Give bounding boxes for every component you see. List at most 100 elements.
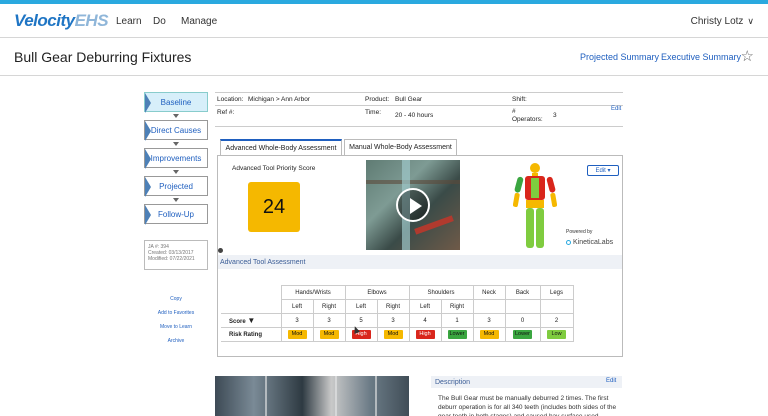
operators-value: 3 [553,112,557,119]
side-label: Left [280,299,314,314]
divider [215,92,623,93]
edit-info-link[interactable]: Edit [611,106,621,112]
risk-table-side-row: Left Right Left Right Left Right [221,299,574,314]
time-label: Time: [365,109,382,116]
score-cell: 0 [504,313,541,328]
time-value: 20 - 40 hours [395,112,434,119]
step-flag-icon [145,149,151,169]
operators-label: # Operators: [512,108,543,123]
group-shoulders: Shoulders [408,285,474,300]
step-improvements[interactable]: Improvements [144,148,208,169]
step-label: Direct Causes [150,125,202,135]
kinetica-logo-icon [566,239,571,245]
play-video-icon[interactable] [396,188,430,222]
score-cell: 5 [344,313,378,328]
top-navbar: VelocityEHS Learn Do Manage Christy Lotz… [0,4,768,38]
score-cell: 1 [440,313,474,328]
score-cell: 4 [408,313,442,328]
kinetica-labs-logo: KineticaLabs [566,239,613,246]
step-flag-icon [145,93,151,113]
process-photo[interactable] [215,376,409,416]
arrow-down-icon [173,198,179,202]
side-label: Right [440,299,474,314]
step-follow-up[interactable]: Follow-Up [144,204,208,225]
edit-description-link[interactable]: Edit [606,378,616,384]
copy-link[interactable]: Copy [144,296,208,302]
logo-main-text: Velocity [14,11,75,30]
projected-summary-link[interactable]: Projected Summary [580,52,659,62]
step-flag-icon [145,205,151,225]
risk-badge: High [415,330,435,339]
risk-rating-label: Risk Rating [221,327,282,342]
description-header: Description [431,376,622,388]
edit-assessment-button[interactable]: Edit ▾ [587,165,619,176]
caret-down-icon: ▾ [607,168,611,174]
step-label: Follow-Up [157,209,194,219]
group-back: Back [504,285,541,300]
side-label: Left [344,299,378,314]
divider [215,126,623,127]
arrow-down-icon [173,142,179,146]
sort-down-icon: ▼ [247,316,256,325]
product-label: Product: [365,96,390,103]
step-flag-icon [145,177,151,197]
step-label: Baseline [160,97,192,107]
step-label: Projected [159,181,193,191]
title-bar: Bull Gear Deburring Fixtures Projected S… [0,38,768,76]
risk-badge: Low [547,330,566,339]
body-risk-figure-icon [513,163,557,248]
info-icon[interactable] [218,248,223,253]
velocity-ehs-logo[interactable]: VelocityEHS [14,11,109,31]
tab-advanced-whole-body[interactable]: Advanced Whole-Body Assessment [220,139,342,155]
group-elbows: Elbows [344,285,410,300]
score-cell: 2 [539,313,574,328]
risk-badge: Mod [287,330,307,339]
divider [215,105,623,106]
risk-table-score-row: Score ▼ 3 3 5 3 4 1 3 0 2 [221,313,574,328]
location-label: Location: [217,96,244,103]
arrow-down-icon [173,170,179,174]
logo-suffix-text: EHS [74,11,109,30]
job-info-panel: Location: Michigan > Ann Arbor Product: … [215,92,623,128]
move-to-learn-link[interactable]: Move to Learn [144,324,208,330]
risk-table-rating-row: Risk Rating Mod Mod High Mod High Lower … [221,327,574,342]
score-sort-header[interactable]: Score ▼ [221,313,282,328]
ja-modified: Modified: 07/22/2021 [148,256,195,262]
side-label: Right [376,299,410,314]
favorite-star-icon[interactable]: ☆ [741,47,754,65]
advanced-tool-assessment-header: Advanced Tool Assessment [218,255,622,269]
product-value: Bull Gear [395,96,423,103]
nav-learn[interactable]: Learn [116,16,142,27]
nav-do[interactable]: Do [153,16,166,27]
edit-button-label: Edit [595,167,606,174]
kinetica-brand-text: KineticaLabs [573,239,614,246]
score-cell: 3 [376,313,410,328]
score-cell: 3 [472,313,506,328]
risk-table-group-row: Hands/Wrists Elbows Shoulders Neck Back … [221,285,574,300]
step-label: Improvements [150,153,202,163]
add-to-favorites-link[interactable]: Add to Favorites [144,310,208,316]
location-value: Michigan > Ann Arbor [248,96,310,103]
score-cell: 3 [312,313,346,328]
score-label: Score [229,319,246,325]
shift-label: Shift: [512,96,527,103]
step-direct-causes[interactable]: Direct Causes [144,120,208,141]
nav-manage[interactable]: Manage [181,16,217,27]
executive-summary-link[interactable]: Executive Summary [661,52,741,62]
tab-manual-whole-body[interactable]: Manual Whole-Body Assessment [344,139,457,155]
score-cell: 3 [280,313,314,328]
risk-badge: Mod [319,330,339,339]
priority-score-tile: 24 [248,182,300,232]
step-flag-icon [145,121,151,141]
archive-link[interactable]: Archive [144,338,208,344]
user-menu[interactable]: Christy Lotz ∨ [691,16,754,27]
description-text: The Bull Gear must be manually deburred … [438,395,617,416]
step-projected[interactable]: Projected [144,176,208,197]
group-neck: Neck [472,285,506,300]
ref-label: Ref #: [217,109,235,116]
user-name: Christy Lotz [690,16,744,27]
risk-badge: Mod [383,330,403,339]
risk-table: Hands/Wrists Elbows Shoulders Neck Back … [221,285,574,342]
step-baseline[interactable]: Baseline [144,92,208,113]
risk-badge: Lower [447,330,467,339]
